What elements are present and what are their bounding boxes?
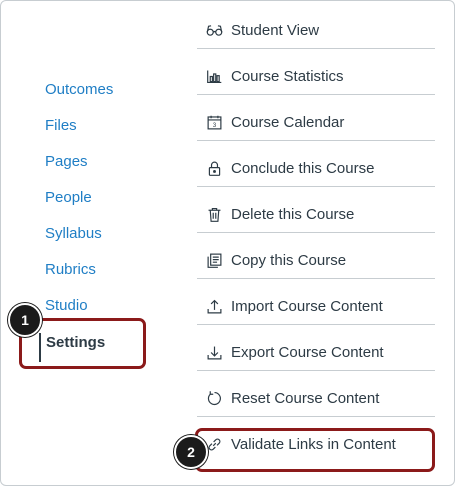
import-content-button[interactable]: Import Course Content	[197, 289, 435, 325]
delete-course-button[interactable]: Delete this Course	[197, 197, 435, 233]
copy-course-button[interactable]: Copy this Course	[197, 243, 435, 279]
copy-icon	[205, 252, 223, 270]
conclude-course-label: Conclude this Course	[231, 160, 375, 177]
step-2-badge: 2	[174, 435, 208, 469]
nav-item-files[interactable]: Files	[45, 117, 77, 135]
nav-item-studio[interactable]: Studio	[45, 297, 88, 315]
course-calendar-button[interactable]: 3 Course Calendar	[197, 105, 435, 141]
upload-icon	[205, 298, 223, 316]
validate-links-highlight	[195, 428, 435, 472]
svg-text:3: 3	[212, 123, 216, 129]
download-icon	[205, 344, 223, 362]
course-statistics-button[interactable]: Course Statistics	[197, 59, 435, 95]
conclude-course-button[interactable]: Conclude this Course	[197, 151, 435, 187]
import-content-label: Import Course Content	[231, 298, 383, 315]
trash-icon	[205, 206, 223, 224]
delete-course-label: Delete this Course	[231, 206, 355, 223]
screenshot-frame: Outcomes Files Pages People Syllabus Rub…	[0, 0, 455, 486]
student-view-icon	[205, 22, 223, 40]
nav-item-rubrics[interactable]: Rubrics	[45, 261, 96, 279]
course-statistics-label: Course Statistics	[231, 68, 344, 85]
reset-content-button[interactable]: Reset Course Content	[197, 381, 435, 417]
course-calendar-label: Course Calendar	[231, 114, 345, 131]
reset-icon	[205, 390, 223, 408]
settings-sidebar: Student View Course Statistics 3 Course …	[197, 13, 435, 462]
export-content-label: Export Course Content	[231, 344, 384, 361]
reset-content-label: Reset Course Content	[231, 390, 380, 407]
student-view-label: Student View	[231, 22, 320, 39]
copy-course-label: Copy this Course	[231, 252, 347, 269]
student-view-button[interactable]: Student View	[197, 13, 435, 49]
step-1-badge: 1	[8, 303, 42, 337]
statistics-icon	[205, 68, 223, 86]
nav-item-people[interactable]: People	[45, 189, 92, 207]
nav-item-syllabus[interactable]: Syllabus	[45, 225, 102, 243]
export-content-button[interactable]: Export Course Content	[197, 335, 435, 371]
nav-item-outcomes[interactable]: Outcomes	[45, 81, 113, 99]
lock-icon	[205, 160, 223, 178]
calendar-icon: 3	[205, 114, 223, 132]
nav-item-pages[interactable]: Pages	[45, 153, 88, 171]
